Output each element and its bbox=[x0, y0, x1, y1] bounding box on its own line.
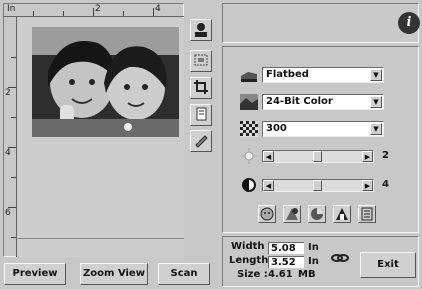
preview-image[interactable] bbox=[32, 27, 179, 137]
contrast-thumb[interactable] bbox=[313, 180, 322, 191]
scan-mode-value: 24-Bit Color bbox=[266, 96, 333, 107]
ruler-mark-2: 2 bbox=[95, 4, 101, 14]
brightness-icon bbox=[240, 148, 258, 164]
brightness-value: 2 bbox=[382, 150, 389, 161]
length-field[interactable]: 3.52 bbox=[268, 256, 304, 268]
size-unit: MB bbox=[298, 269, 316, 280]
ruler-mark-left-6: 6 bbox=[5, 208, 11, 218]
info-panel bbox=[222, 3, 419, 43]
ruler-unit: In bbox=[7, 4, 16, 14]
preview-button[interactable]: Preview bbox=[4, 263, 66, 285]
slider-right-arrow[interactable]: ▶ bbox=[362, 151, 373, 162]
brightness-slider[interactable]: ◀ ▶ bbox=[262, 150, 374, 163]
size-value: 4.61 bbox=[268, 269, 293, 280]
pen-button[interactable] bbox=[190, 130, 212, 152]
chevron-down-icon[interactable]: ▼ bbox=[370, 123, 382, 135]
portrait-button[interactable] bbox=[190, 19, 212, 41]
crop-icon bbox=[193, 79, 209, 98]
resolution-value: 300 bbox=[266, 123, 287, 134]
copy-icon bbox=[193, 106, 209, 125]
width-unit: In bbox=[308, 242, 319, 253]
auto-level-icon[interactable] bbox=[308, 205, 326, 223]
scan-button[interactable]: Scan bbox=[158, 263, 210, 285]
auto-crop-button[interactable] bbox=[190, 50, 212, 72]
flatbed-icon bbox=[240, 68, 258, 84]
color-mode-icon bbox=[240, 94, 258, 110]
info-icon[interactable]: i bbox=[398, 12, 420, 34]
pen-icon bbox=[193, 132, 209, 151]
slider-right-arrow[interactable]: ▶ bbox=[362, 180, 373, 191]
slider-left-arrow[interactable]: ◀ bbox=[263, 180, 274, 191]
ruler-left: 2 4 6 bbox=[3, 17, 17, 257]
copy-button[interactable] bbox=[190, 104, 212, 126]
color-adjust-icon[interactable] bbox=[283, 205, 301, 223]
contrast-value: 4 bbox=[382, 179, 389, 190]
crop-button[interactable] bbox=[190, 77, 212, 99]
link-ratio-icon[interactable] bbox=[330, 250, 350, 266]
descreen-icon[interactable] bbox=[358, 205, 376, 223]
scan-source-value: Flatbed bbox=[266, 69, 309, 80]
ruler-mark-left-4: 4 bbox=[5, 148, 11, 158]
chevron-down-icon[interactable]: ▼ bbox=[370, 69, 382, 81]
contrast-icon bbox=[240, 177, 258, 193]
face-icon[interactable] bbox=[258, 205, 276, 223]
brightness-thumb[interactable] bbox=[313, 151, 322, 162]
contrast-slider[interactable]: ◀ ▶ bbox=[262, 179, 374, 192]
width-field[interactable]: 5.08 bbox=[268, 242, 304, 254]
zoom-view-button[interactable]: Zoom View bbox=[80, 263, 148, 285]
exit-button[interactable]: Exit bbox=[360, 252, 416, 278]
resolution-select[interactable]: 300 ▼ bbox=[262, 121, 384, 137]
auto-crop-icon bbox=[193, 52, 209, 71]
portrait-icon bbox=[193, 21, 209, 40]
chevron-down-icon[interactable]: ▼ bbox=[370, 96, 382, 108]
resolution-icon bbox=[240, 121, 258, 137]
size-label: Size : bbox=[237, 269, 268, 280]
slider-left-arrow[interactable]: ◀ bbox=[263, 151, 274, 162]
ruler-mark-4: 4 bbox=[155, 4, 161, 14]
highlight-shadow-icon[interactable] bbox=[333, 205, 351, 223]
scan-source-select[interactable]: Flatbed ▼ bbox=[262, 67, 384, 83]
ruler-mark-left-2: 2 bbox=[5, 88, 11, 98]
width-label: Width : bbox=[231, 241, 272, 252]
scan-mode-select[interactable]: 24-Bit Color ▼ bbox=[262, 94, 384, 110]
length-unit: In bbox=[308, 256, 319, 267]
ruler-top: In 2 4 bbox=[3, 3, 184, 17]
